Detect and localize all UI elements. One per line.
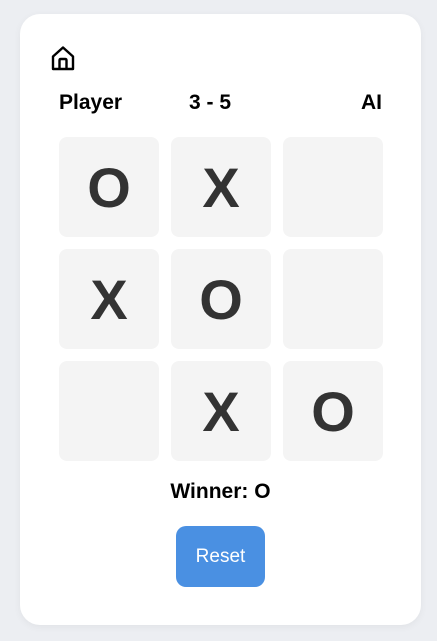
board-cell-1[interactable]: O (59, 137, 159, 237)
home-icon (51, 46, 75, 71)
game-status: Winner: O (170, 480, 271, 503)
reset-button[interactable]: Reset (176, 526, 265, 587)
game-board: O X X O X O (59, 137, 383, 461)
board-cell-3[interactable] (283, 137, 383, 237)
home-button[interactable] (50, 44, 76, 72)
board-cell-7[interactable] (59, 361, 159, 461)
board-cell-5[interactable]: O (171, 249, 271, 349)
board-cell-8[interactable]: X (171, 361, 271, 461)
board-cell-2[interactable]: X (171, 137, 271, 237)
board-cell-4[interactable]: X (59, 249, 159, 349)
ai-label: AI (361, 91, 382, 114)
scoreboard: Player 3 - 5 AI (59, 91, 382, 117)
score-value: 3 - 5 (188, 91, 232, 114)
player-label: Player (59, 91, 123, 114)
board-cell-9[interactable]: O (283, 361, 383, 461)
board-cell-6[interactable] (283, 249, 383, 349)
game-card: Player 3 - 5 AI O X X O X O Winner: O Re… (20, 14, 421, 625)
